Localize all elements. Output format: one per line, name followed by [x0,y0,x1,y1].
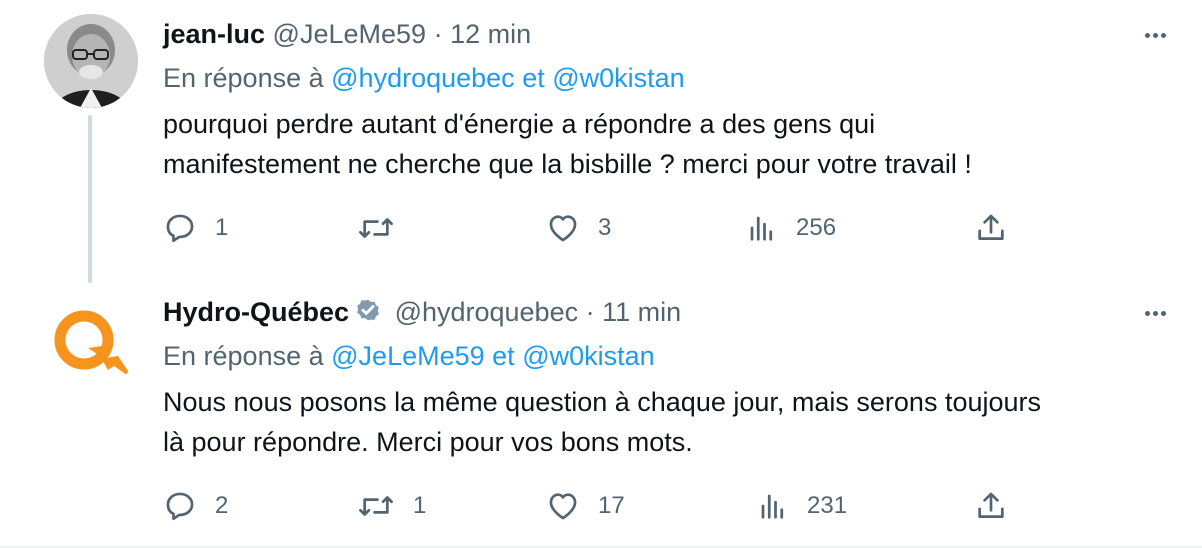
hydro-quebec-logo-icon [54,310,134,380]
retweet-icon [359,218,393,238]
avatar-hydro-quebec[interactable] [44,296,138,390]
retweet-count: 1 [413,492,427,519]
timestamp[interactable]: 11 min [602,297,681,327]
tweet-text: pourquoi perdre autant d'énergie a répon… [163,104,1173,184]
reply-button[interactable]: 2 [163,486,228,526]
mention-joiner: et [492,341,515,371]
verified-badge-icon [357,299,379,321]
retweet-button[interactable] [357,208,413,248]
heart-icon [549,493,577,520]
views-icon [750,216,773,241]
tweet-header: Hydro-Québec @hydroquebec · 11 min [163,295,1122,329]
reply-button[interactable]: 1 [163,208,228,248]
tweet-text-line: pourquoi perdre autant d'énergie a répon… [163,109,876,139]
heart-icon [549,215,577,242]
views-icon [761,494,784,519]
mention-link[interactable]: @JeLeMe59 [331,341,485,371]
tweet-header: jean-luc @JeLeMe59 · 12 min [163,17,1122,51]
share-button[interactable] [974,486,1008,526]
author-handle[interactable]: @hydroquebec [395,297,579,327]
views-button[interactable]: 256 [746,208,836,248]
reply-prefix: En réponse à [163,341,324,371]
reply-context: En réponse à @JeLeMe59 et @w0kistan [163,339,655,373]
share-icon [978,214,1004,240]
retweet-button[interactable]: 1 [357,486,426,526]
tweet-text-line: là pour répondre. Merci pour vos bons mo… [163,427,693,457]
tweet-text: Nous nous posons la même question à chaq… [163,382,1173,462]
tweet-text-line: Nous nous posons la même question à chaq… [163,387,1042,417]
author-handle[interactable]: @JeLeMe59 [273,19,427,49]
reply-icon [166,492,194,521]
mention-link[interactable]: @hydroquebec [331,63,515,93]
avatar-jean-luc[interactable] [44,14,138,108]
tweet-jean-luc[interactable]: jean-luc @JeLeMe59 · 12 min En réponse à… [0,0,1202,270]
views-count: 231 [807,492,848,519]
author-name[interactable]: jean-luc [163,19,265,49]
reply-count: 1 [215,214,229,241]
share-icon [978,492,1004,518]
views-button[interactable]: 231 [757,486,847,526]
separator-dot: · [585,297,595,327]
tweet-actions: 1 3 256 [163,208,1023,248]
tweet-text-line: manifestement ne cherche que la bisbille… [163,149,972,179]
like-count: 3 [598,214,612,241]
reply-count: 2 [215,492,229,519]
tweet-hydro-quebec[interactable]: Hydro-Québec @hydroquebec · 11 min En ré… [0,282,1202,548]
like-button[interactable]: 3 [546,208,611,248]
like-button[interactable]: 17 [546,486,625,526]
mention-link[interactable]: @w0kistan [552,63,684,93]
views-count: 256 [796,214,837,241]
reply-prefix: En réponse à [163,63,324,93]
retweet-icon [359,496,393,516]
mention-link[interactable]: @w0kistan [522,341,654,371]
more-icon[interactable] [1138,298,1172,328]
separator-dot: · [433,19,443,49]
reply-context: En réponse à @hydroquebec et @w0kistan [163,61,685,95]
like-count: 17 [598,492,625,519]
share-button[interactable] [974,208,1008,248]
reply-icon [166,214,194,243]
more-icon[interactable] [1138,20,1172,50]
tweet-actions: 2 1 17 231 [163,486,1023,526]
author-name[interactable]: Hydro-Québec [163,297,349,327]
timestamp[interactable]: 12 min [450,19,531,49]
mention-joiner: et [522,63,545,93]
